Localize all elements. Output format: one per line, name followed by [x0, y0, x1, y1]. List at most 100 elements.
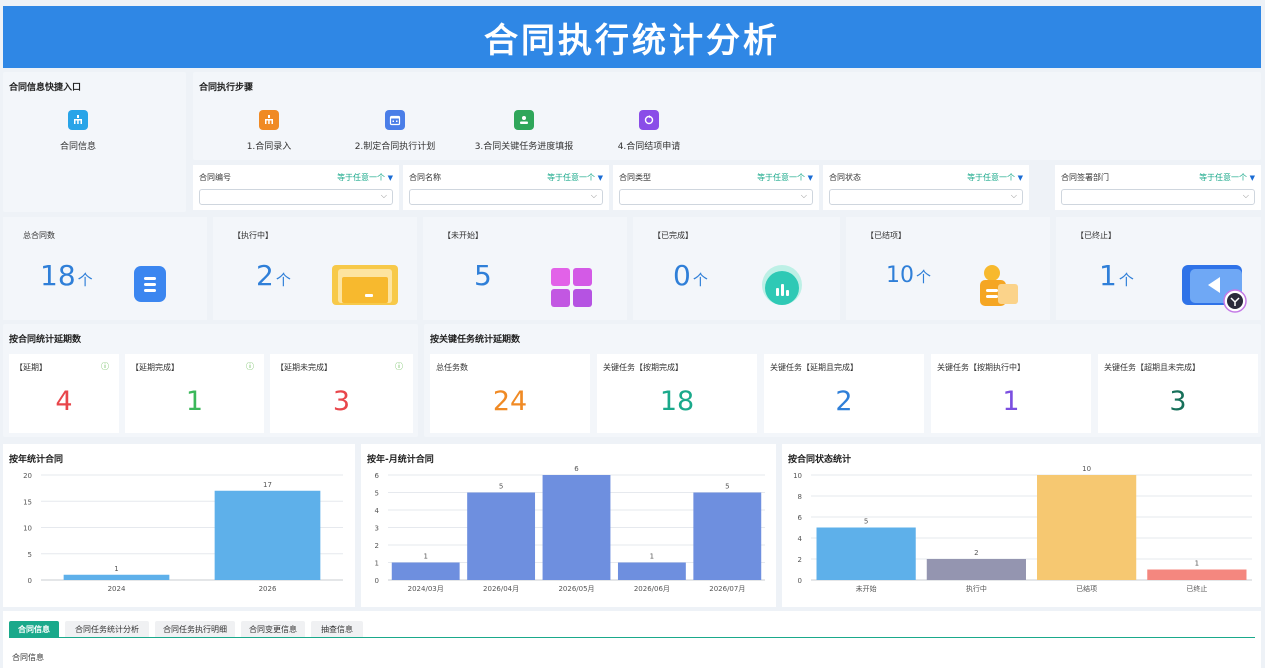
step-contract-entry[interactable]: 1.合同录入: [247, 110, 291, 152]
kpi-unit: 个: [1118, 271, 1134, 289]
data-label: 1: [114, 565, 118, 573]
tab-contract-info[interactable]: 合同信息: [9, 621, 59, 637]
step-label: 3.合同关键任务进度填报: [474, 142, 574, 152]
tab-bar: 合同信息 合同任务统计分析 合同任务执行明细 合同变更信息 抽查信息 合同信息: [3, 611, 1261, 668]
org-chart-icon: [68, 110, 88, 130]
task-label: 总任务数: [436, 363, 468, 372]
task-label: 关键任务【延期且完成】: [770, 363, 858, 372]
filter-operator[interactable]: 等于任意一个 ▼: [757, 172, 813, 183]
tab-spot-check[interactable]: 抽查信息: [311, 621, 363, 637]
kpi-value-group: 18 个: [40, 259, 93, 292]
kpi-completed: 【已完成】 0个: [633, 217, 840, 320]
step-label: 2.制定合同执行计划: [354, 142, 436, 152]
x-tick-label: 2026/06月: [634, 585, 670, 593]
page-title: 合同执行统计分析: [484, 20, 780, 61]
step-label: 1.合同录入: [246, 142, 292, 152]
data-label: 2: [974, 549, 978, 557]
steps-panel: 合同执行步骤 1.合同录入 2.制定合同执行计划 3.合同关键任务进度填报 4.…: [193, 72, 1261, 160]
filter-label: 合同签署部门: [1061, 173, 1109, 182]
filter-operator[interactable]: 等于任意一个 ▼: [1199, 172, 1255, 183]
bar: [617, 562, 686, 580]
caret-down-icon: ▼: [807, 174, 813, 182]
task-delay-title: 按关键任务统计延期数: [430, 335, 521, 345]
filter-select[interactable]: ⌵: [829, 189, 1023, 205]
delay-value: 1: [185, 386, 204, 417]
data-label: 1: [650, 553, 654, 561]
filter-operator[interactable]: 等于任意一个 ▼: [967, 172, 1023, 183]
bar: [391, 562, 460, 580]
y-tick-label: 20: [23, 472, 32, 480]
kpi-in-progress: 【执行中】 2个: [213, 217, 417, 320]
x-tick-label: 未开始: [856, 584, 877, 593]
y-tick-label: 3: [375, 525, 379, 533]
filter-label: 合同编号: [199, 173, 231, 182]
task-label: 关键任务【按期完成】: [603, 363, 683, 372]
kpi-value-group: 5: [474, 259, 494, 292]
kpi-value: 1: [1099, 259, 1117, 292]
x-tick-label: 2026/05月: [558, 585, 594, 593]
info-icon[interactable]: ⓘ: [395, 361, 403, 372]
filter-select[interactable]: ⌵: [619, 189, 813, 205]
y-tick-label: 5: [375, 490, 379, 498]
y-tick-label: 4: [798, 535, 803, 543]
info-icon[interactable]: ⓘ: [101, 361, 109, 372]
filter-operator[interactable]: 等于任意一个 ▼: [337, 172, 393, 183]
contract-delay-title: 按合同统计延期数: [9, 335, 82, 345]
bar: [693, 492, 762, 580]
filter-contract-number: 合同编号 等于任意一个 ▼ ⌵: [193, 165, 399, 210]
delay-label: 【延期】: [15, 363, 47, 372]
filter-label: 合同状态: [829, 173, 861, 182]
y-tick-label: 5: [28, 551, 32, 559]
tab-task-execution-detail[interactable]: 合同任务执行明细: [155, 621, 235, 637]
task-value: 3: [1169, 386, 1187, 417]
calendar-icon: [385, 110, 405, 130]
task-value: 18: [659, 386, 695, 417]
kpi-label: 【已终止】: [1076, 231, 1116, 240]
step-closure-request[interactable]: 4.合同结项申请: [613, 110, 685, 152]
chart-by-month: 0 1 2 3 4 5 6 1 2024/03月 5 2026/04月 6 2026/05月 1 2026/…: [375, 465, 765, 593]
org-chart-icon: [259, 110, 279, 130]
tab-task-statistics[interactable]: 合同任务统计分析: [65, 621, 149, 637]
kpi-label: 【执行中】: [233, 231, 273, 240]
task-card: 关键任务【超期且未完成】 3: [1098, 354, 1258, 433]
filter-select[interactable]: ⌵: [199, 189, 393, 205]
chart-by-year: 0 5 10 15 20 1 2024 17 2026: [23, 472, 343, 593]
delay-label: 【延期未完成】: [276, 363, 332, 372]
kpi-value: 0: [673, 259, 691, 292]
y-tick-label: 2: [798, 556, 802, 564]
tab-contract-change[interactable]: 合同变更信息: [241, 621, 305, 637]
grid-icon: [550, 268, 594, 312]
contract-info-entry[interactable]: 合同信息: [56, 110, 100, 152]
bar: [1147, 569, 1247, 580]
delay-value: 4: [55, 386, 73, 417]
chart-badge-icon: [761, 264, 803, 310]
caret-down-icon: ▼: [387, 174, 393, 182]
bar: [467, 492, 536, 580]
caret-down-icon: ▼: [1017, 174, 1023, 182]
info-icon[interactable]: ⓘ: [246, 361, 254, 372]
data-label: 17: [263, 481, 272, 489]
filter-operator[interactable]: 等于任意一个 ▼: [547, 172, 603, 183]
kpi-not-started: 【未开始】 5: [423, 217, 627, 320]
x-tick-label: 2024: [108, 585, 126, 593]
filter-select[interactable]: ⌵: [409, 189, 603, 205]
kpi-value-group: 2个: [256, 259, 291, 292]
x-tick-label: 已终止: [1186, 584, 1207, 593]
task-label: 关键任务【按期执行中】: [937, 363, 1025, 372]
kpi-value-group: 1个: [1099, 259, 1134, 292]
step-progress-report[interactable]: 3.合同关键任务进度填报: [469, 110, 579, 152]
chart-panel-by-year: 按年统计合同 0 5 10 15 20 1 2024 17 2026: [3, 444, 355, 607]
kpi-label: 【未开始】: [443, 231, 483, 240]
step-execution-plan[interactable]: 2.制定合同执行计划: [343, 110, 447, 152]
kpi-value: 18: [40, 259, 76, 292]
kpi-value-group: 0个: [673, 259, 708, 292]
task-card: 总任务数 24: [430, 354, 590, 433]
y-tick-label: 6: [798, 514, 803, 522]
delay-card: 【延期】 ⓘ 4: [9, 354, 119, 433]
tab-underline: [9, 637, 1255, 638]
y-tick-label: 6: [375, 472, 380, 480]
chevron-down-icon: ⌵: [590, 191, 597, 200]
person-list-icon: [974, 264, 1020, 310]
filter-select[interactable]: ⌵: [1061, 189, 1255, 205]
y-tick-label: 4: [375, 507, 380, 515]
